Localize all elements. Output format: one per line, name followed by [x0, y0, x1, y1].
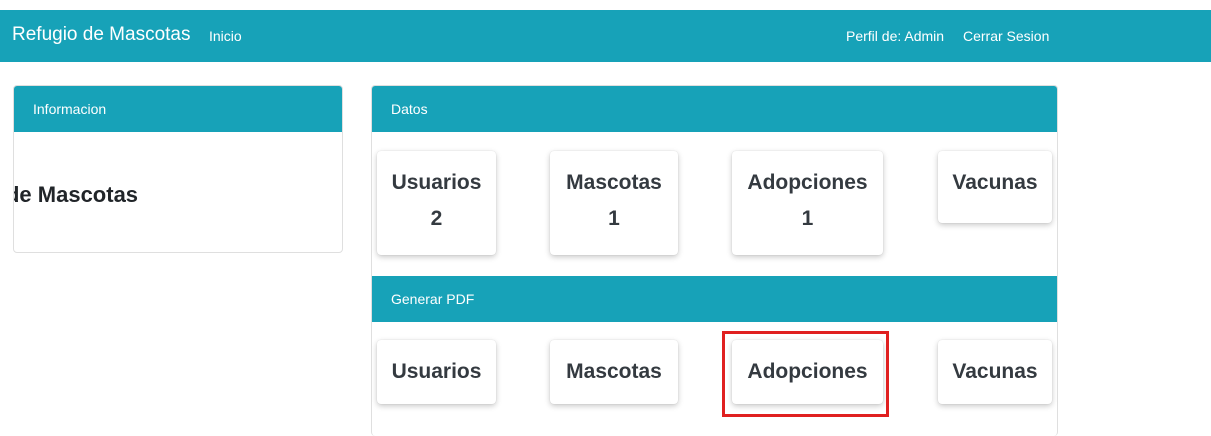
stat-adopciones-value: 1	[801, 207, 814, 230]
stat-usuarios-label: Usuarios	[391, 171, 482, 194]
pdf-usuarios-button[interactable]: Usuarios	[377, 340, 496, 404]
stat-usuarios: Usuarios 2	[377, 151, 496, 255]
info-text: Refugio de Mascotas	[14, 182, 139, 207]
stat-vacunas: Vacunas	[938, 151, 1052, 223]
stat-mascotas: Mascotas 1	[550, 151, 678, 255]
stat-adopciones: Adopciones 1	[732, 151, 883, 255]
generar-pdf-header: Generar PDF	[372, 276, 1057, 322]
nav-logout-link[interactable]: Cerrar Sesion	[963, 28, 1049, 44]
stat-mascotas-value: 1	[608, 207, 620, 230]
stat-mascotas-label: Mascotas	[566, 171, 662, 194]
nav-home-link[interactable]: Inicio	[209, 28, 242, 44]
pdf-vacunas-button[interactable]: Vacunas	[938, 340, 1052, 404]
info-card: Informacion Refugio de Mascotas	[13, 85, 343, 253]
pdf-mascotas-button[interactable]: Mascotas	[550, 340, 678, 404]
stat-usuarios-value: 2	[430, 207, 443, 230]
brand-link[interactable]: Refugio de Mascotas	[12, 24, 191, 46]
info-card-body: Refugio de Mascotas	[14, 132, 342, 252]
nav-profile-link[interactable]: Perfil de: Admin	[846, 28, 944, 44]
top-navbar: Refugio de Mascotas Inicio Perfil de: Ad…	[0, 10, 1211, 62]
pdf-adopciones-button[interactable]: Adopciones	[732, 340, 883, 404]
stat-adopciones-label: Adopciones	[747, 171, 868, 194]
info-card-header: Informacion	[14, 86, 342, 132]
stat-vacunas-label: Vacunas	[952, 171, 1038, 194]
datos-header: Datos	[372, 86, 1057, 132]
